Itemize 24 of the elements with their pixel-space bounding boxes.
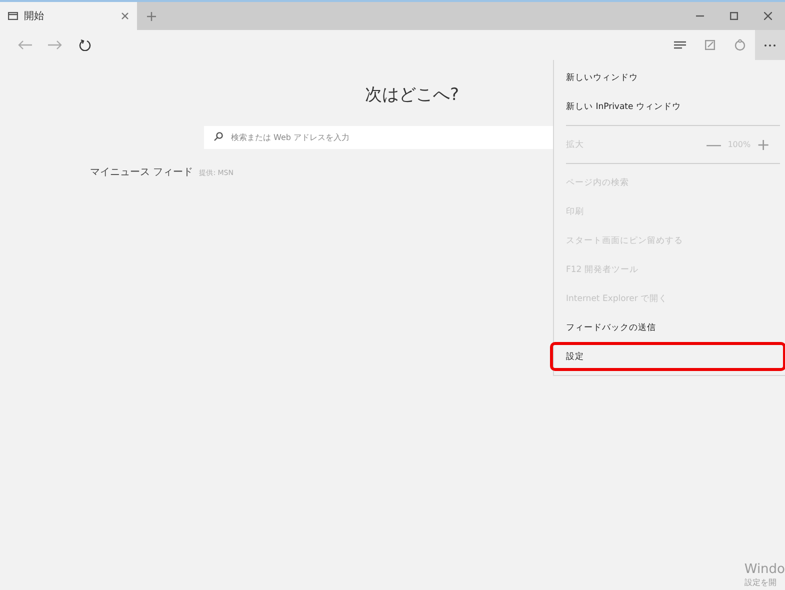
plus-icon[interactable] [146, 12, 156, 20]
search-icon [214, 132, 223, 141]
lines-icon[interactable] [674, 41, 686, 49]
news-feed-title: マイニュース フィード [90, 166, 194, 179]
browser-tab[interactable]: 開始 [0, 2, 137, 30]
menu-item[interactable]: 設定 [550, 342, 785, 371]
minimize-icon[interactable] [696, 15, 704, 17]
close-icon[interactable] [121, 12, 129, 20]
dots-icon [764, 44, 776, 46]
close-icon[interactable] [764, 12, 772, 20]
page-icon [8, 12, 18, 20]
activation-notice: 設定を開 [744, 577, 776, 588]
menu-item[interactable]: フィードバックの送信 [554, 313, 785, 342]
menu-item[interactable]: 新しい InPrivate ウィンドウ [554, 92, 785, 121]
back-arrow-icon[interactable] [18, 40, 32, 50]
forward-arrow-icon[interactable] [48, 40, 62, 50]
maximize-icon[interactable] [730, 12, 738, 20]
refresh-icon[interactable] [79, 39, 91, 51]
page-heading: 次はどこへ? [365, 84, 460, 107]
tab-title: 開始 [24, 10, 45, 23]
pen-square-icon[interactable] [705, 40, 715, 50]
menu-item[interactable]: 新しいウィンドウ [554, 63, 785, 92]
activation-notice: Windo [744, 562, 785, 577]
share-icon[interactable] [734, 39, 746, 51]
